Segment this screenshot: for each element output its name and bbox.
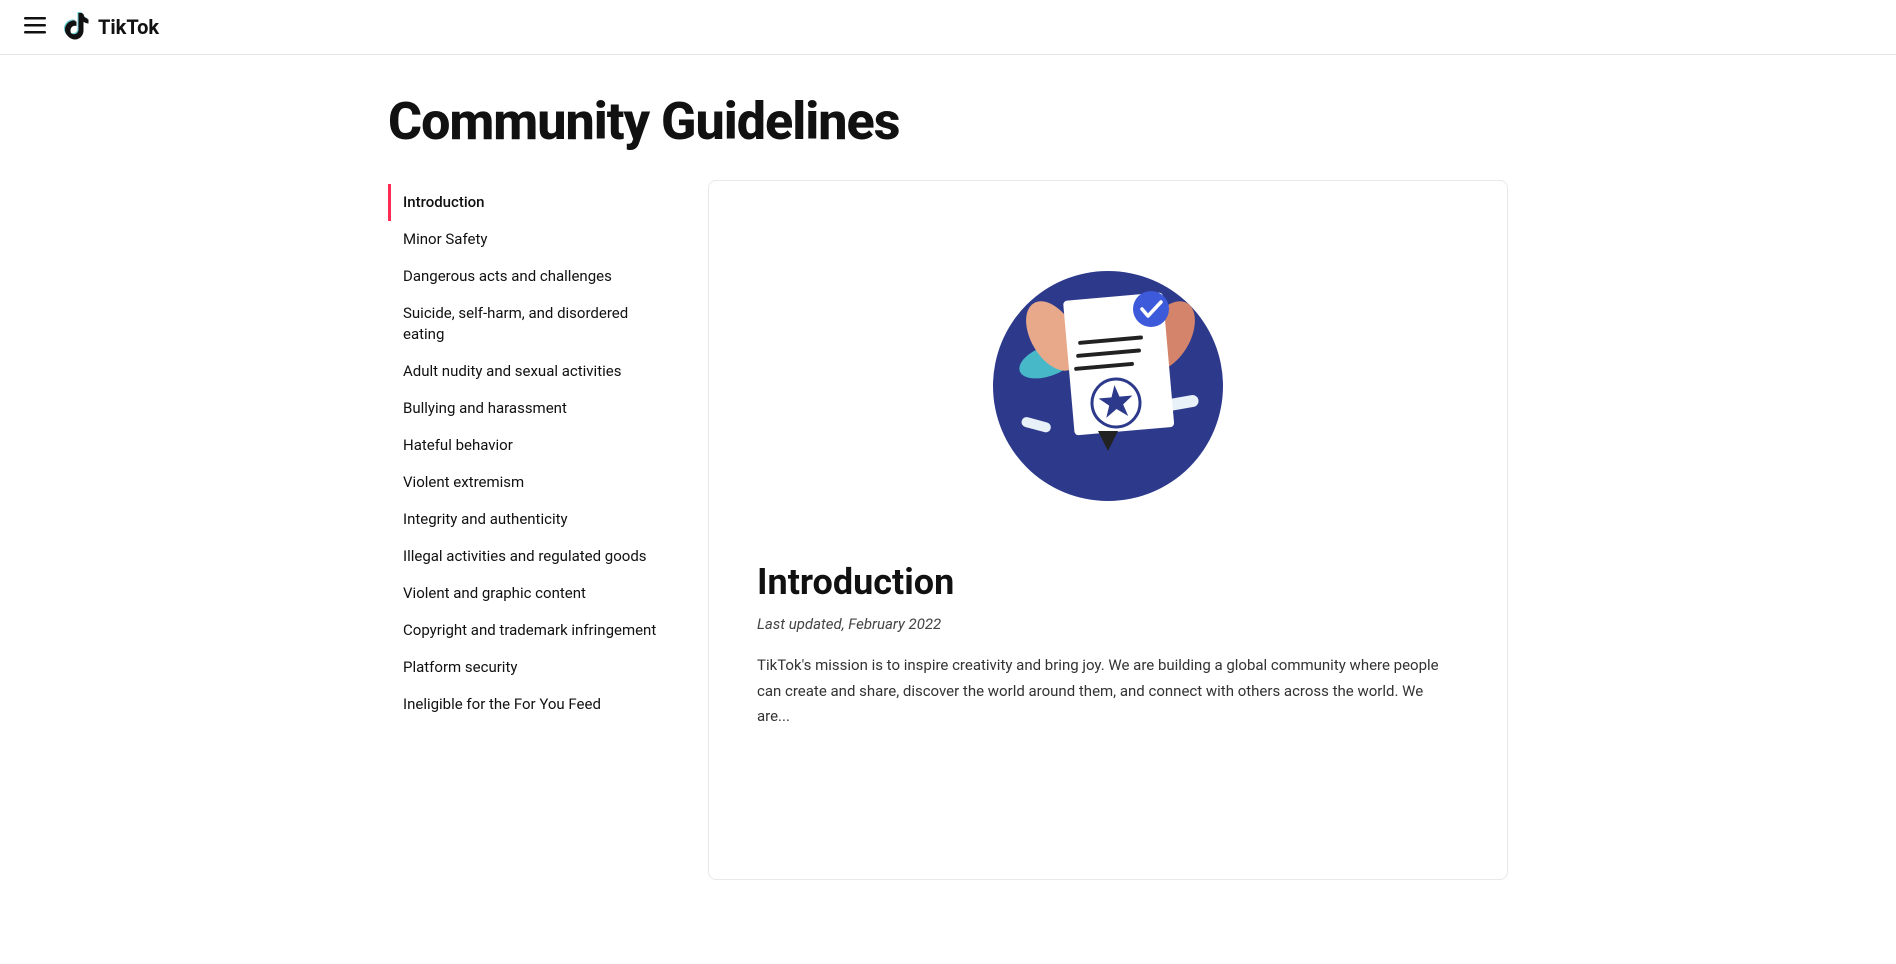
- sidebar-item-bullying[interactable]: Bullying and harassment: [388, 390, 668, 427]
- sidebar-item-suicide-self-harm[interactable]: Suicide, self-harm, and disordered eatin…: [388, 295, 668, 353]
- sidebar-item-platform-security[interactable]: Platform security: [388, 649, 668, 686]
- sidebar-item-dangerous-acts[interactable]: Dangerous acts and challenges: [388, 258, 668, 295]
- content-layout: IntroductionMinor SafetyDangerous acts a…: [388, 180, 1508, 880]
- intro-illustration: [968, 241, 1248, 521]
- menu-icon[interactable]: [24, 14, 46, 41]
- logo[interactable]: TikTok: [62, 12, 159, 42]
- illustration-container: [709, 181, 1507, 561]
- content-area: Introduction Last updated, February 2022…: [708, 180, 1508, 880]
- main-container: Community Guidelines IntroductionMinor S…: [348, 55, 1548, 880]
- tiktok-logo-icon: [62, 12, 92, 42]
- sidebar-item-violent-extremism[interactable]: Violent extremism: [388, 464, 668, 501]
- sidebar-item-copyright[interactable]: Copyright and trademark infringement: [388, 612, 668, 649]
- sidebar-item-violent-graphic[interactable]: Violent and graphic content: [388, 575, 668, 612]
- sidebar-nav: IntroductionMinor SafetyDangerous acts a…: [388, 184, 668, 723]
- sidebar-item-hateful-behavior[interactable]: Hateful behavior: [388, 427, 668, 464]
- page-title: Community Guidelines: [388, 55, 1508, 180]
- logo-text: TikTok: [98, 15, 159, 39]
- sidebar-item-adult-nudity[interactable]: Adult nudity and sexual activities: [388, 353, 668, 390]
- intro-section-title: Introduction: [757, 561, 1459, 603]
- intro-date: Last updated, February 2022: [757, 615, 1459, 633]
- sidebar: IntroductionMinor SafetyDangerous acts a…: [388, 180, 668, 723]
- sidebar-item-illegal-activities[interactable]: Illegal activities and regulated goods: [388, 538, 668, 575]
- sidebar-item-integrity[interactable]: Integrity and authenticity: [388, 501, 668, 538]
- sidebar-item-minor-safety[interactable]: Minor Safety: [388, 221, 668, 258]
- intro-content: Introduction Last updated, February 2022…: [709, 561, 1507, 778]
- sidebar-item-ineligible[interactable]: Ineligible for the For You Feed: [388, 686, 668, 723]
- intro-body: TikTok's mission is to inspire creativit…: [757, 653, 1459, 730]
- header: TikTok: [0, 0, 1896, 55]
- sidebar-item-introduction[interactable]: Introduction: [388, 184, 668, 221]
